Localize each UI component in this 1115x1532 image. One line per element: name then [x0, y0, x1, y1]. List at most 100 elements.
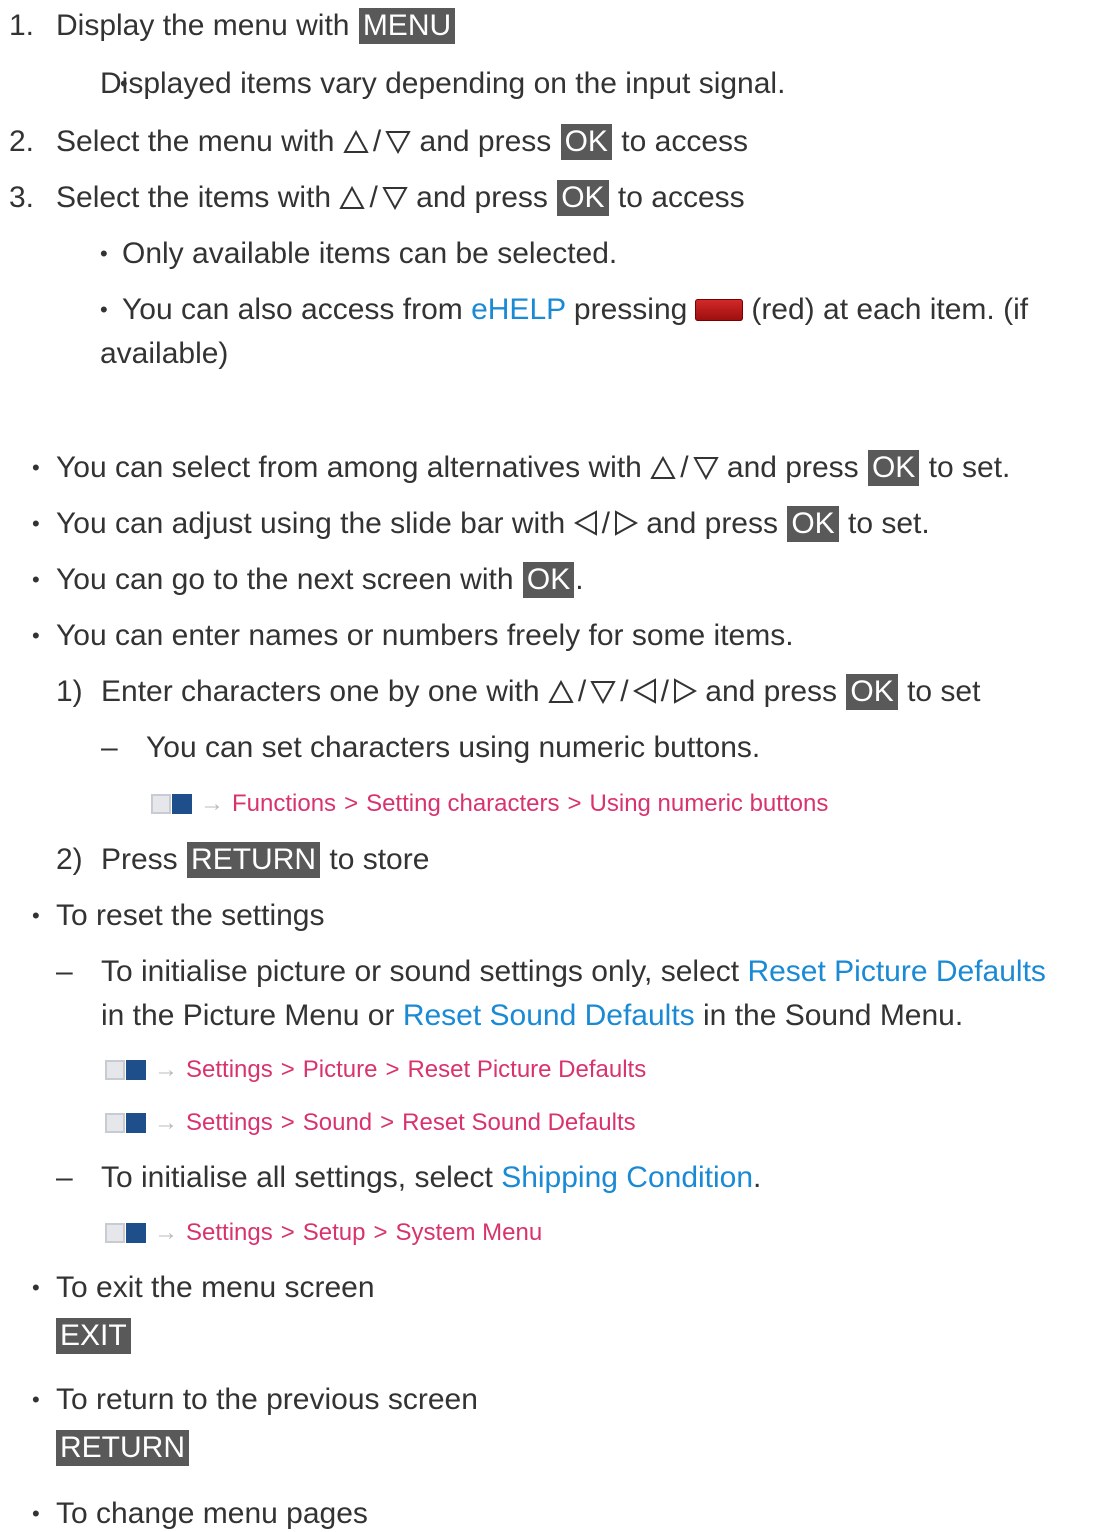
- arrow-separator: →: [154, 1056, 178, 1083]
- book-icon: [105, 1060, 146, 1080]
- ok-key: OK: [787, 506, 839, 542]
- sub-step-text: Enter characters one by one with: [101, 675, 548, 708]
- note-text: Only available items can be selected.: [122, 237, 618, 270]
- menu-key: MENU: [358, 8, 456, 44]
- up-arrow-icon: [650, 455, 676, 479]
- step-text: Select the items with: [56, 181, 340, 214]
- bullet-text: To change menu pages: [56, 1497, 368, 1530]
- path-item[interactable]: Using numeric buttons: [590, 790, 829, 817]
- note-text: To initialise all settings, select: [101, 1161, 502, 1194]
- arrow-separator: →: [154, 1219, 178, 1246]
- sub-step-text: Press: [101, 843, 187, 876]
- reset-sound-defaults-link[interactable]: Reset Sound Defaults: [403, 999, 695, 1032]
- bullet: •: [32, 623, 40, 648]
- ok-key: OK: [867, 450, 920, 486]
- ok-key: OK: [560, 124, 612, 160]
- step-text: Display the menu with: [56, 9, 358, 42]
- bullet: •: [32, 567, 40, 592]
- note-text: in the Picture Menu or: [101, 999, 403, 1032]
- step-number: 2.: [9, 125, 35, 158]
- bullet: •: [100, 241, 108, 266]
- path-separator: >: [380, 1109, 395, 1136]
- step-text-suffix: to access: [609, 181, 745, 214]
- down-arrow-icon: [590, 681, 616, 705]
- sub-step-number: 1): [56, 675, 83, 708]
- note-text-suffix: .: [753, 1161, 762, 1194]
- note-text-suffix: (red) at each item. (if: [751, 293, 1029, 326]
- bullet: •: [32, 1275, 40, 1300]
- return-key: RETURN: [187, 842, 321, 878]
- sub-step-text-suffix: to set: [898, 675, 981, 708]
- slash: /: [620, 675, 629, 708]
- down-arrow-icon: [385, 131, 411, 155]
- ehelp-link[interactable]: eHELP: [471, 293, 566, 326]
- path-item[interactable]: Reset Sound Defaults: [402, 1109, 635, 1136]
- path-item[interactable]: Sound: [303, 1109, 372, 1136]
- step-text-suffix: to access: [612, 125, 749, 158]
- arrow-separator: →: [200, 790, 224, 817]
- path-item[interactable]: Settings: [186, 1109, 273, 1136]
- bullet: •: [32, 1501, 40, 1526]
- ok-key: OK: [846, 674, 898, 710]
- down-arrow-icon: [692, 457, 719, 481]
- slash: /: [372, 125, 382, 158]
- path-item[interactable]: Functions: [232, 790, 336, 817]
- bullet: •: [32, 455, 40, 480]
- sub-step-text-suffix: to store: [321, 843, 430, 876]
- step-text-mid: and press: [411, 125, 560, 158]
- bullet-text: You can go to the next screen with: [56, 563, 522, 596]
- sub-step-text-mid: and press: [696, 675, 846, 708]
- arrow-separator: →: [154, 1109, 178, 1136]
- path-item[interactable]: Picture: [303, 1056, 378, 1083]
- sub-step-number: 2): [56, 843, 83, 876]
- path-separator: >: [280, 1056, 295, 1083]
- reset-picture-defaults-link[interactable]: Reset Picture Defaults: [747, 955, 1045, 988]
- step-text: Select the menu with: [56, 125, 343, 158]
- bullet-text: To reset the settings: [56, 899, 325, 932]
- slash: /: [601, 507, 610, 540]
- right-arrow-icon: [614, 510, 638, 536]
- path-separator: >: [280, 1109, 295, 1136]
- path-item[interactable]: System Menu: [395, 1219, 542, 1246]
- path-separator: >: [280, 1219, 295, 1246]
- note-text: available): [100, 337, 229, 370]
- step-number: 3.: [9, 181, 35, 214]
- bullet: •: [32, 1387, 40, 1412]
- ok-key: OK: [522, 562, 575, 598]
- note-text-suffix: in the Sound Menu.: [694, 999, 964, 1032]
- path-item[interactable]: Settings: [186, 1056, 273, 1083]
- book-icon: [105, 1223, 146, 1243]
- step-text-mid: and press: [407, 181, 557, 214]
- left-arrow-icon: [573, 510, 597, 536]
- left-arrow-icon: [632, 678, 656, 704]
- shipping-condition-link[interactable]: Shipping Condition: [501, 1161, 753, 1194]
- book-icon: [105, 1113, 146, 1133]
- slash: /: [369, 181, 378, 214]
- bullet-text-suffix: to set.: [839, 507, 930, 540]
- up-arrow-icon: [343, 129, 369, 153]
- bullet-text-suffix: .: [575, 563, 584, 596]
- path-item[interactable]: Setup: [303, 1219, 366, 1246]
- up-arrow-icon: [339, 185, 366, 209]
- dash: –: [56, 1161, 73, 1194]
- down-arrow-icon: [382, 187, 408, 211]
- bullet-text: You can adjust using the slide bar with: [56, 507, 574, 540]
- note-text: You can set characters using numeric but…: [146, 731, 761, 764]
- path-item[interactable]: Setting characters: [366, 790, 559, 817]
- slash: /: [680, 451, 689, 484]
- bullet: •: [32, 903, 40, 928]
- return-key: RETURN: [56, 1430, 189, 1466]
- bullet-text: You can select from among alternatives w…: [56, 451, 651, 484]
- slash: /: [577, 675, 587, 708]
- bullet-text: To exit the menu screen: [56, 1271, 375, 1304]
- bullet-text-suffix: to set.: [920, 451, 1011, 484]
- path-item[interactable]: Settings: [186, 1219, 273, 1246]
- right-arrow-icon: [673, 678, 698, 704]
- path-separator: >: [373, 1219, 388, 1246]
- step-number: 1.: [9, 9, 35, 42]
- dash: –: [56, 955, 73, 988]
- dash: –: [101, 731, 118, 764]
- exit-key: EXIT: [56, 1318, 131, 1354]
- bullet-text: To return to the previous screen: [56, 1383, 478, 1416]
- path-item[interactable]: Reset Picture Defaults: [407, 1056, 646, 1083]
